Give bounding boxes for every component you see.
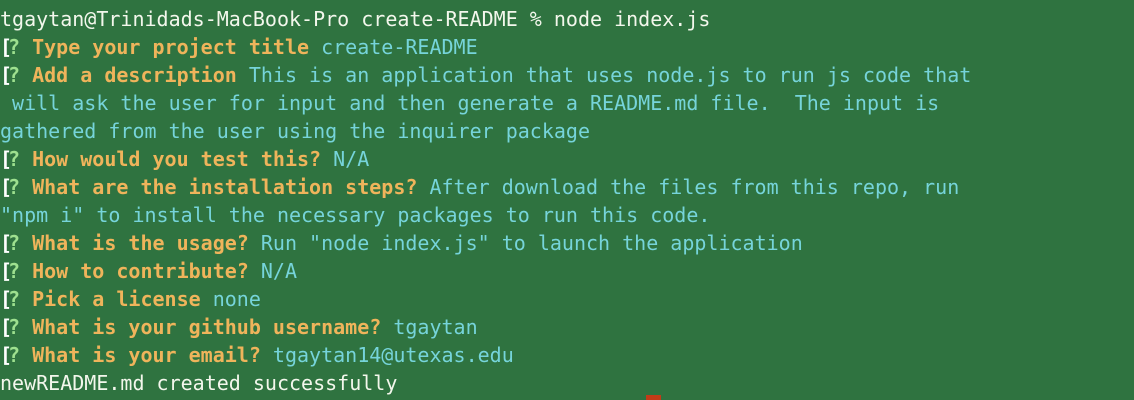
description-continuation-line: will ask the user for input and then gen… <box>0 91 940 115</box>
line-lead-bracket: [ <box>0 35 13 59</box>
line-lead-bracket: [ <box>0 175 13 199</box>
installation-continuation-line: "npm i" to install the necessary package… <box>0 203 711 227</box>
prompt-line-project-title: [? Type your project title create-README <box>0 33 478 61</box>
prompt-line-test: [? How would you test this? N/A <box>0 145 369 173</box>
prompt-question: What is the usage? <box>32 231 249 255</box>
prompt-answer: N/A <box>260 259 298 283</box>
question-marker: ? <box>8 287 21 311</box>
prompt-line-usage: [? What is the usage? Run "node index.js… <box>0 229 803 257</box>
line-lead-bracket: [ <box>0 63 13 87</box>
command-line: tgaytan@Trinidads-MacBook-Pro create-REA… <box>0 7 711 31</box>
question-marker: ? <box>8 63 21 87</box>
prompt-line-installation: [? What are the installation steps? Afte… <box>0 173 959 201</box>
terminal-cursor <box>646 395 661 400</box>
prompt-answer: create-README <box>321 35 478 59</box>
prompt-line-email: [? What is your email? tgaytan14@utexas.… <box>0 341 514 369</box>
line-lead-bracket: [ <box>0 259 13 283</box>
prompt-line-license: [? Pick a license none <box>0 285 261 313</box>
prompt-question: Pick a license <box>32 287 201 311</box>
question-marker: ? <box>8 35 21 59</box>
prompt-line-github-username: [? What is your github username? tgaytan <box>0 313 478 341</box>
prompt-line-description: [? Add a description This is an applicat… <box>0 61 971 89</box>
line-lead-bracket: [ <box>0 287 13 311</box>
prompt-question: What is your github username? <box>32 315 382 339</box>
prompt-answer: N/A <box>333 147 370 171</box>
line-lead-bracket: [ <box>0 147 13 171</box>
prompt-question: How would you test this? <box>32 147 322 171</box>
prompt-answer: tgaytan14@utexas.edu <box>272 343 514 367</box>
terminal-window[interactable]: tgaytan@Trinidads-MacBook-Pro create-REA… <box>0 0 1134 400</box>
question-marker: ? <box>8 175 21 199</box>
line-lead-bracket: [ <box>0 231 13 255</box>
prompt-question: Type your project title <box>32 35 310 59</box>
prompt-answer: After download the files from this repo,… <box>429 175 960 199</box>
question-marker: ? <box>8 231 21 255</box>
question-marker: ? <box>8 315 21 339</box>
line-lead-bracket: [ <box>0 343 13 367</box>
description-continuation-line: gathered from the user using the inquire… <box>0 119 591 143</box>
question-marker: ? <box>8 259 21 283</box>
prompt-answer: none <box>212 287 261 311</box>
success-message: newREADME.md created successfully <box>0 371 398 395</box>
prompt-question: What are the installation steps? <box>32 175 418 199</box>
prompt-answer: Run "node index.js" to launch the applic… <box>260 231 803 255</box>
line-lead-bracket: [ <box>0 315 13 339</box>
prompt-question: Add a description <box>32 63 237 87</box>
question-marker: ? <box>8 147 21 171</box>
prompt-answer: tgaytan <box>393 315 478 339</box>
question-marker: ? <box>8 343 21 367</box>
prompt-question: What is your email? <box>32 343 261 367</box>
prompt-answer: This is an application that uses node.js… <box>248 63 972 87</box>
prompt-line-contribute: [? How to contribute? N/A <box>0 257 297 285</box>
prompt-question: How to contribute? <box>32 259 249 283</box>
